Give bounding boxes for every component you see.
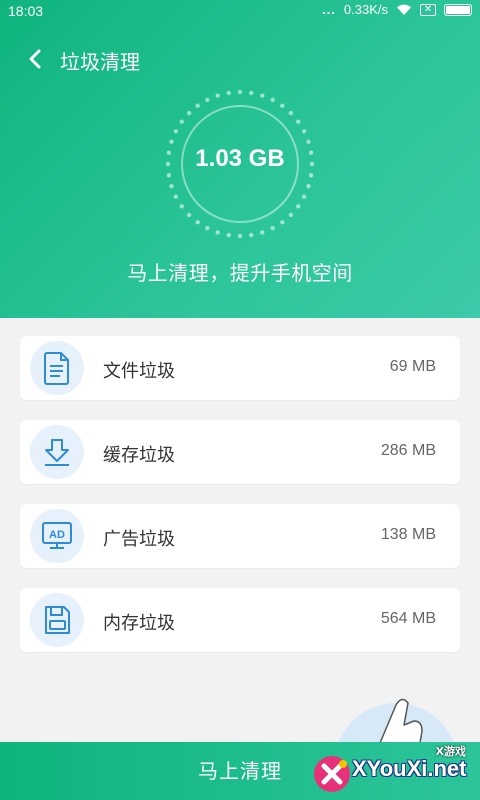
ring-dot [308,173,314,178]
ring-dot [173,129,179,134]
status-indicators: ... 0.33K/s ✕ [322,2,472,17]
battery-icon [444,3,472,16]
ring-dot [280,220,285,225]
page-title: 垃圾清理 [60,50,140,74]
item-size: 69 MB [389,358,436,375]
junk-size-ring: 1.03 GB [160,89,320,240]
item-size: 138 MB [380,526,436,543]
gamepad-logo-icon [314,756,350,792]
ring-dot [166,173,172,178]
ad-monitor-icon: AD [30,509,84,563]
network-speed: 0.33K/s [343,2,388,17]
svg-text:AD: AD [49,529,65,541]
ring-dot [296,204,301,209]
ring-dot [306,139,311,144]
list-item-file-junk[interactable]: 文件垃圾 69 MB [20,336,460,400]
ring-dot [215,93,220,98]
ring-dot [306,184,311,189]
ring-dot [195,220,200,225]
ring-dot [270,97,275,103]
more-dots-icon: ... [322,2,336,17]
chevron-left-icon [29,49,41,69]
ring-dot [215,230,220,235]
memory-card-icon [30,593,84,647]
ring-dot [226,232,231,238]
ring-dot [226,90,231,96]
ring-dot [301,129,307,134]
list-item-cache-junk[interactable]: 缓存垃圾 286 MB [20,420,460,484]
item-label: 内存垃圾 [103,613,175,634]
watermark-site-text: XYouXi.net [352,756,467,781]
ring-dot [270,225,275,231]
item-label: 缓存垃圾 [103,445,175,466]
ring-dot [179,204,184,209]
ring-dot [249,90,254,96]
download-icon [30,425,84,479]
ring-dot [296,119,301,124]
watermark: X游戏 XYouXi.net [308,742,480,800]
tagline: 马上清理，提升手机空间 [127,261,353,285]
item-label: 广告垃圾 [103,529,175,550]
ring-dot [288,110,294,116]
ring-dot [169,139,174,144]
ring-dot [186,212,192,218]
status-bar: 18:03 ... 0.33K/s ✕ [0,0,480,24]
ring-dot [186,110,192,116]
top-bar: 垃圾清理 [0,40,480,76]
total-junk-size: 1.03 GB [195,145,285,172]
item-size: 564 MB [380,610,436,627]
ring-dot [237,89,243,95]
ring-dot [205,97,210,103]
ring-dot [249,232,254,238]
ring-dot [280,103,285,108]
list-item-memory-junk[interactable]: 内存垃圾 564 MB [20,588,460,652]
header-banner: 18:03 ... 0.33K/s ✕ 垃圾清理 1.03 GB 马上清理，提升… [0,0,480,318]
item-size: 286 MB [380,442,436,459]
ring-dot [288,212,294,218]
ring-dot [173,194,179,199]
item-label: 文件垃圾 [103,361,175,382]
ring-dot [301,194,307,199]
ring-dot [195,103,200,108]
list-item-ad-junk[interactable]: AD 广告垃圾 138 MB [20,504,460,568]
document-icon [30,341,84,395]
junk-category-list: 文件垃圾 69 MB 缓存垃圾 286 MB AD 广告垃圾 138 MB 内存… [20,336,460,672]
notification-x-icon: ✕ [420,3,436,16]
ring-dot [260,230,265,235]
status-time: 18:03 [8,3,44,19]
ring-dot [179,119,184,124]
ring-dot [169,184,174,189]
back-button[interactable] [18,42,52,76]
ring-dot [237,233,243,239]
ring-dot [260,93,265,98]
wifi-icon [397,4,411,15]
ring-dot [205,225,210,231]
